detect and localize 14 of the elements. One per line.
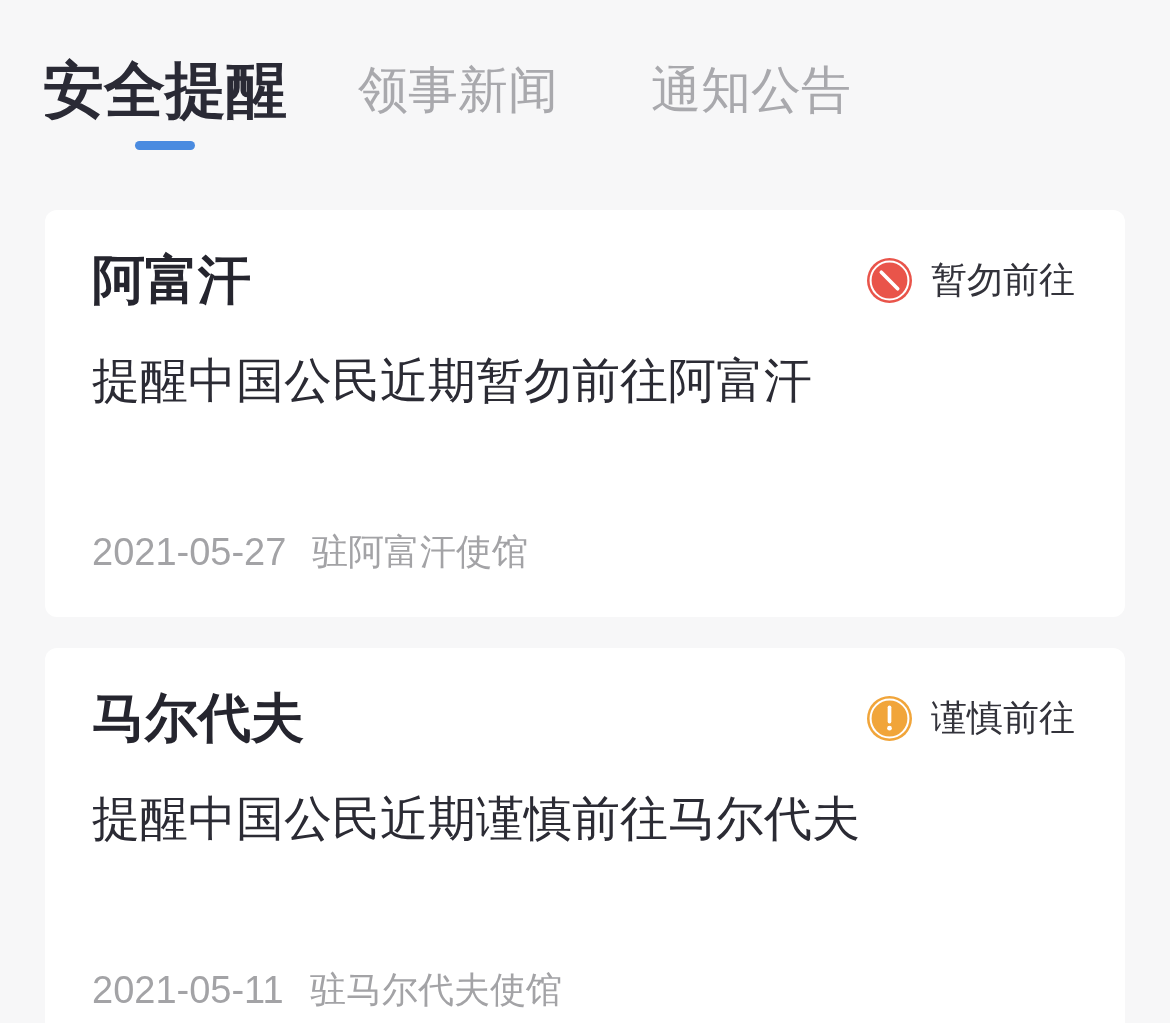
alert-message: 提醒中国公民近期谨慎前往马尔代夫 — [92, 793, 861, 843]
tab-underline — [134, 141, 195, 150]
alert-card[interactable]: 马尔代夫 谨慎前往 提醒中国公民近期谨慎前往马尔代夫 2021-05-11 驻马尔代夫使馆 — [45, 648, 1125, 1023]
tab[interactable]: 安全提醒 — [18, 55, 311, 150]
country-title: 阿富汗 — [92, 248, 251, 312]
advisory-level: 谨慎前往 — [931, 696, 1075, 740]
date-text: 2021-05-11 — [92, 968, 284, 1012]
alert-message: 提醒中国公民近期暂勿前往阿富汗 — [92, 355, 813, 405]
country-title: 马尔代夫 — [92, 686, 304, 750]
embassy-name: 驻阿富汗使馆 — [312, 530, 529, 574]
embassy-name: 驻马尔代夫使馆 — [309, 968, 562, 1012]
advisory-level: 暂勿前往 — [931, 258, 1075, 302]
date-text: 2021-05-27 — [92, 530, 287, 574]
alert-card[interactable]: 阿富汗 暂勿前往 提醒中国公民近期暂勿前往阿富汗 2021-05-27 驻阿富汗使馆 — [45, 210, 1125, 617]
